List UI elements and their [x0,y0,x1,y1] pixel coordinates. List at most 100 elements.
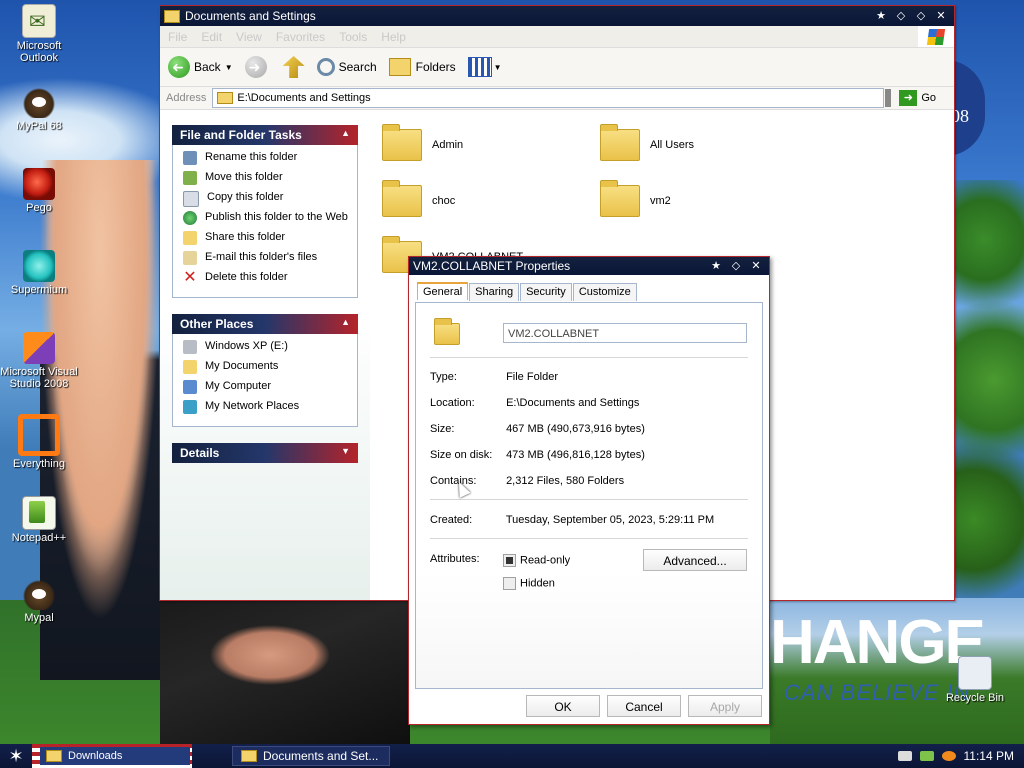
panel-title: Details [180,446,220,460]
type-label: Type: [430,371,457,383]
location-row: Location: E:\Documents and Settings [430,397,639,409]
desktop-icon-notepad-plus-plus[interactable]: Notepad++ [0,496,78,544]
place-my-computer[interactable]: My Computer [183,380,353,400]
divider [430,538,748,539]
go-button[interactable]: ➜ Go [899,90,936,106]
cancel-button[interactable]: Cancel [607,695,681,717]
explorer-titlebar[interactable]: Documents and Settings ★ ◇ ◇ ✕ [160,6,954,26]
place-my-documents[interactable]: My Documents [183,360,353,380]
divider [430,499,748,500]
place-windows-xp-drive[interactable]: Windows XP (E:) [183,340,353,360]
panel-body: Windows XP (E:) My Documents My Computer… [172,334,358,427]
task-label: Publish this folder to the Web [205,211,348,223]
hidden-checkbox[interactable]: Hidden [503,577,555,590]
maximize-button[interactable]: ◇ [912,9,930,23]
folder-icon [46,750,62,762]
folder-item-vm2[interactable]: vm2 [600,180,671,217]
menu-tools[interactable]: Tools [339,30,367,44]
desktop-icon-label: MyPal 68 [16,120,62,132]
taskbar: ✶ Downloads Documents and Set... 11:14 P… [0,744,1024,768]
tab-security[interactable]: Security [520,283,572,301]
search-icon[interactable] [941,751,956,761]
folder-name-input[interactable]: VM2.COLLABNET [503,323,747,343]
created-row: Created: Tuesday, September 05, 2023, 5:… [430,514,714,526]
system-tray: 11:14 PM [897,749,1024,763]
tab-sharing[interactable]: Sharing [469,283,520,301]
size-on-disk-label: Size on disk: [430,449,493,461]
menu-edit[interactable]: Edit [201,30,222,44]
collapse-icon[interactable]: ▲ [341,317,350,327]
desktop-icon-supermium[interactable]: Supermium [0,250,78,296]
rename-icon [183,151,197,165]
desktop-icon-visual-studio[interactable]: Microsoft Visual Studio 2008 [0,332,78,390]
desktop-icon-recycle-bin[interactable]: Recycle Bin [936,656,1014,704]
taskbar-item-downloads[interactable]: Downloads [40,747,190,765]
location-label: Location: [430,397,475,409]
toolbar: Back ▼ Search Folders ▼ [160,48,954,87]
task-move-folder[interactable]: Move this folder [183,171,353,191]
folder-label: Admin [432,139,464,151]
views-icon [467,57,492,77]
menu-favorites[interactable]: Favorites [276,30,325,44]
menu-bar: File Edit View Favorites Tools Help [160,26,954,48]
folder-item-choc[interactable]: choc [382,180,455,217]
apply-button[interactable]: Apply [688,695,762,717]
folder-item-all-users[interactable]: All Users [600,124,694,161]
place-my-network-places[interactable]: My Network Places [183,400,353,420]
search-button[interactable]: Search [316,58,377,76]
address-dropdown-button[interactable] [885,89,892,107]
place-label: My Computer [205,380,272,392]
general-tab-page: VM2.COLLABNET Type: File Folder Location… [415,302,763,689]
task-email-files[interactable]: E-mail this folder's files [183,251,353,271]
menu-help[interactable]: Help [381,30,406,44]
folder-item-admin[interactable]: Admin [382,124,464,161]
minimize-button[interactable]: ◇ [892,9,910,23]
properties-titlebar[interactable]: VM2.COLLABNET Properties ★ ◇ ✕ [409,257,769,275]
back-label: Back [194,60,221,74]
clock[interactable]: 11:14 PM [964,749,1014,763]
folder-icon [164,9,180,23]
desktop-icon-mypal[interactable]: Mypal [0,578,78,624]
help-button[interactable]: ◇ [727,259,745,273]
desktop-icon-label: Notepad++ [11,532,67,544]
start-button[interactable]: ✶ [0,746,32,767]
folders-button[interactable]: Folders [388,58,456,76]
tab-customize[interactable]: Customize [572,283,637,301]
created-value: Tuesday, September 05, 2023, 5:29:11 PM [505,514,715,526]
details-header[interactable]: Details ▼ [172,443,358,463]
size-value: 467 MB (490,673,916 bytes) [506,423,645,435]
taskbar-item-documents-and-settings[interactable]: Documents and Set... [232,746,390,766]
address-input[interactable]: E:\Documents and Settings [212,88,885,108]
task-rename-folder[interactable]: Rename this folder [183,151,353,171]
task-publish-folder[interactable]: Publish this folder to the Web [183,211,353,231]
expand-icon[interactable]: ▼ [341,446,350,456]
desktop-icon-mypal-68[interactable]: MyPal 68 [0,86,78,132]
up-folder-button[interactable] [282,56,305,78]
ok-button[interactable]: OK [526,695,600,717]
collapse-icon[interactable]: ▲ [341,128,350,138]
tab-general[interactable]: General [417,282,469,300]
forward-button[interactable] [244,56,271,78]
keyboard-icon[interactable] [897,751,912,761]
file-folder-tasks-header[interactable]: File and Folder Tasks ▲ [172,125,358,145]
menu-view[interactable]: View [236,30,262,44]
network-tray-icon[interactable] [919,751,934,761]
star-icon[interactable]: ★ [707,259,725,273]
desktop-icon-everything[interactable]: Everything [0,414,78,470]
back-button[interactable]: Back ▼ [168,56,233,78]
star-icon[interactable]: ★ [872,9,890,23]
drive-icon [183,340,197,354]
taskbar-item-label: Documents and Set... [263,749,379,763]
menu-file[interactable]: File [168,30,187,44]
desktop-icon-pego[interactable]: Pego [0,168,78,214]
other-places-header[interactable]: Other Places ▲ [172,314,358,334]
desktop-icon-outlook[interactable]: Microsoft Outlook [0,4,78,64]
task-delete-folder[interactable]: ✕ Delete this folder [183,270,353,291]
task-copy-folder[interactable]: Copy this folder [183,191,353,211]
advanced-button[interactable]: Advanced... [643,549,747,571]
task-share-folder[interactable]: Share this folder [183,231,353,251]
read-only-checkbox[interactable]: Read-only [503,554,570,567]
close-button[interactable]: ✕ [932,9,950,23]
views-button[interactable]: ▼ [467,57,502,77]
close-button[interactable]: ✕ [747,259,765,273]
